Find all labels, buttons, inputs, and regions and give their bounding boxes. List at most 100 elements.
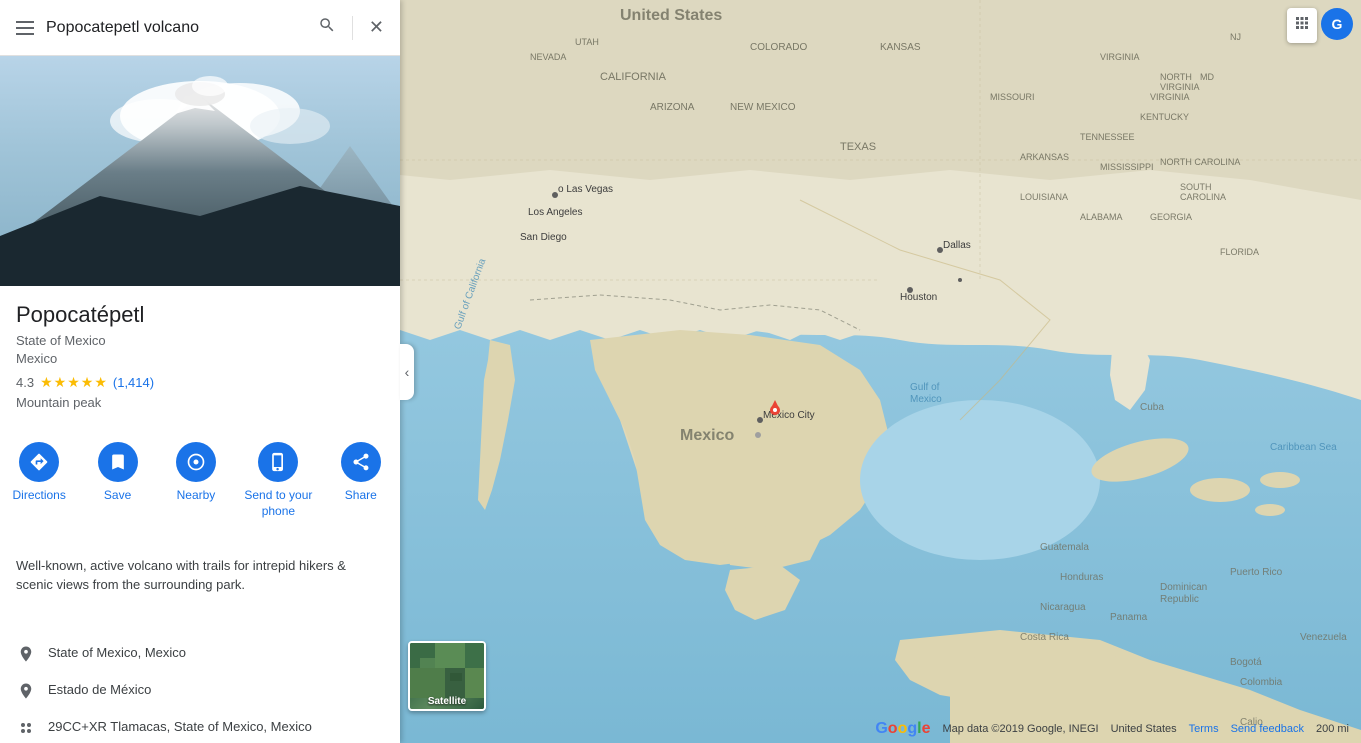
sidebar: ✕ xyxy=(0,0,400,743)
svg-text:San Diego: San Diego xyxy=(520,232,567,243)
location-icon-2 xyxy=(16,681,36,701)
svg-text:NORTH CAROLINA: NORTH CAROLINA xyxy=(1160,157,1240,167)
star-half: ★ xyxy=(94,374,107,391)
svg-text:UTAH: UTAH xyxy=(575,37,599,47)
avatar-initial: G xyxy=(1332,16,1343,32)
svg-text:Houston: Houston xyxy=(900,292,937,303)
save-button[interactable]: Save xyxy=(88,442,148,519)
svg-text:Los Angeles: Los Angeles xyxy=(528,207,583,218)
place-name: Popocatépetl xyxy=(16,302,384,328)
nearby-label: Nearby xyxy=(177,488,216,504)
share-button[interactable]: Share xyxy=(331,442,391,519)
svg-text:Costa Rica: Costa Rica xyxy=(1020,632,1069,643)
collapse-arrow-icon: ‹ xyxy=(405,364,410,380)
satellite-toggle[interactable]: Satellite xyxy=(408,641,486,711)
share-label: Share xyxy=(345,488,377,504)
map-country: United States xyxy=(1111,723,1177,735)
svg-text:ALABAMA: ALABAMA xyxy=(1080,212,1123,222)
send-to-phone-icon xyxy=(258,442,298,482)
svg-text:Dominican: Dominican xyxy=(1160,582,1207,593)
svg-text:NORTH: NORTH xyxy=(1160,72,1192,82)
svg-text:United States: United States xyxy=(620,7,722,24)
svg-text:TENNESSEE: TENNESSEE xyxy=(1080,132,1135,142)
save-icon xyxy=(98,442,138,482)
search-bar: ✕ xyxy=(0,0,400,56)
send-to-phone-label: Send to your phone xyxy=(244,488,312,519)
svg-text:GEORGIA: GEORGIA xyxy=(1150,212,1192,222)
location-text-2: Estado de México xyxy=(48,680,151,700)
stars: ★ ★ ★ ★ ★ xyxy=(40,374,107,391)
nearby-icon xyxy=(176,442,216,482)
directions-label: Directions xyxy=(13,488,66,504)
place-address-line1: State of Mexico xyxy=(16,332,384,350)
svg-text:FLORIDA: FLORIDA xyxy=(1220,247,1259,257)
satellite-label: Satellite xyxy=(410,696,484,707)
map-svg: CALIFORNIA NEVADA UTAH COLORADO KANSAS M… xyxy=(400,0,1361,743)
svg-text:COLORADO: COLORADO xyxy=(750,42,807,53)
svg-text:VIRGINIA: VIRGINIA xyxy=(1100,52,1140,62)
search-input[interactable] xyxy=(46,19,306,37)
place-address-line2: Mexico xyxy=(16,350,384,368)
svg-text:CAROLINA: CAROLINA xyxy=(1180,192,1226,202)
svg-text:Nicaragua: Nicaragua xyxy=(1040,602,1086,613)
svg-text:Colombia: Colombia xyxy=(1240,677,1283,688)
plus-code-row[interactable]: 29CC+XR Tlamacas, State of Mexico, Mexic… xyxy=(0,709,400,743)
plus-code-icon xyxy=(16,718,36,738)
svg-text:Guatemala: Guatemala xyxy=(1040,542,1089,553)
terms-link[interactable]: Terms xyxy=(1189,723,1219,735)
send-feedback-link[interactable]: Send feedback xyxy=(1231,723,1304,735)
svg-text:ARIZONA: ARIZONA xyxy=(650,102,695,113)
svg-text:Bogotá: Bogotá xyxy=(1230,657,1262,668)
svg-text:Dallas: Dallas xyxy=(943,240,971,251)
collapse-sidebar-button[interactable]: ‹ xyxy=(400,344,414,400)
place-info: Popocatépetl State of Mexico Mexico 4.3 … xyxy=(0,286,400,418)
svg-text:Venezuela: Venezuela xyxy=(1300,632,1347,643)
nearby-button[interactable]: Nearby xyxy=(166,442,226,519)
location-row-2[interactable]: Estado de México xyxy=(0,672,400,709)
user-avatar[interactable]: G xyxy=(1321,8,1353,40)
svg-text:Honduras: Honduras xyxy=(1060,572,1103,583)
search-divider xyxy=(352,16,353,40)
hamburger-menu[interactable] xyxy=(12,17,38,39)
clear-icon[interactable]: ✕ xyxy=(365,13,388,42)
plus-code-text: 29CC+XR Tlamacas, State of Mexico, Mexic… xyxy=(48,717,312,737)
svg-text:NJ: NJ xyxy=(1230,32,1241,42)
svg-text:KENTUCKY: KENTUCKY xyxy=(1140,112,1189,122)
svg-text:Caribbean Sea: Caribbean Sea xyxy=(1270,442,1337,453)
place-type: Mountain peak xyxy=(16,395,384,410)
svg-text:CALIFORNIA: CALIFORNIA xyxy=(600,71,667,83)
svg-text:Republic: Republic xyxy=(1160,594,1199,605)
star-1: ★ xyxy=(40,374,53,391)
action-buttons: Directions Save Nearby Send to your phon… xyxy=(0,434,400,531)
rating-row: 4.3 ★ ★ ★ ★ ★ (1,414) xyxy=(16,374,384,391)
send-to-phone-button[interactable]: Send to your phone xyxy=(244,442,312,519)
location-text-1: State of Mexico, Mexico xyxy=(48,643,186,663)
map-area[interactable]: CALIFORNIA NEVADA UTAH COLORADO KANSAS M… xyxy=(400,0,1361,743)
location-row-1[interactable]: State of Mexico, Mexico xyxy=(0,635,400,672)
rating-number: 4.3 xyxy=(16,375,34,390)
star-4: ★ xyxy=(81,374,94,391)
svg-text:KANSAS: KANSAS xyxy=(880,42,921,53)
star-2: ★ xyxy=(54,374,67,391)
location-icon-1 xyxy=(16,644,36,664)
info-section: State of Mexico, Mexico Estado de México xyxy=(0,627,400,743)
apps-button[interactable] xyxy=(1287,8,1317,43)
svg-text:LOUISIANA: LOUISIANA xyxy=(1020,192,1068,202)
save-label: Save xyxy=(104,488,131,504)
svg-text:TEXAS: TEXAS xyxy=(840,141,876,153)
top-right-controls: G xyxy=(1287,8,1353,43)
svg-text:Panama: Panama xyxy=(1110,612,1148,623)
svg-text:Mexico: Mexico xyxy=(680,427,734,444)
directions-button[interactable]: Directions xyxy=(9,442,69,519)
svg-text:VIRGINIA: VIRGINIA xyxy=(1150,92,1190,102)
svg-text:NEVADA: NEVADA xyxy=(530,52,566,62)
hero-image xyxy=(0,56,400,286)
search-input-wrap xyxy=(46,19,306,37)
rating-count[interactable]: (1,414) xyxy=(113,375,154,390)
search-icon[interactable] xyxy=(314,12,340,43)
map-bottom-bar: Google Map data ©2019 Google, INEGI Unit… xyxy=(400,715,1361,743)
svg-text:VIRGINIA: VIRGINIA xyxy=(1160,82,1200,92)
directions-icon xyxy=(19,442,59,482)
svg-text:NEW MEXICO: NEW MEXICO xyxy=(730,102,796,113)
google-logo: Google xyxy=(875,720,930,738)
